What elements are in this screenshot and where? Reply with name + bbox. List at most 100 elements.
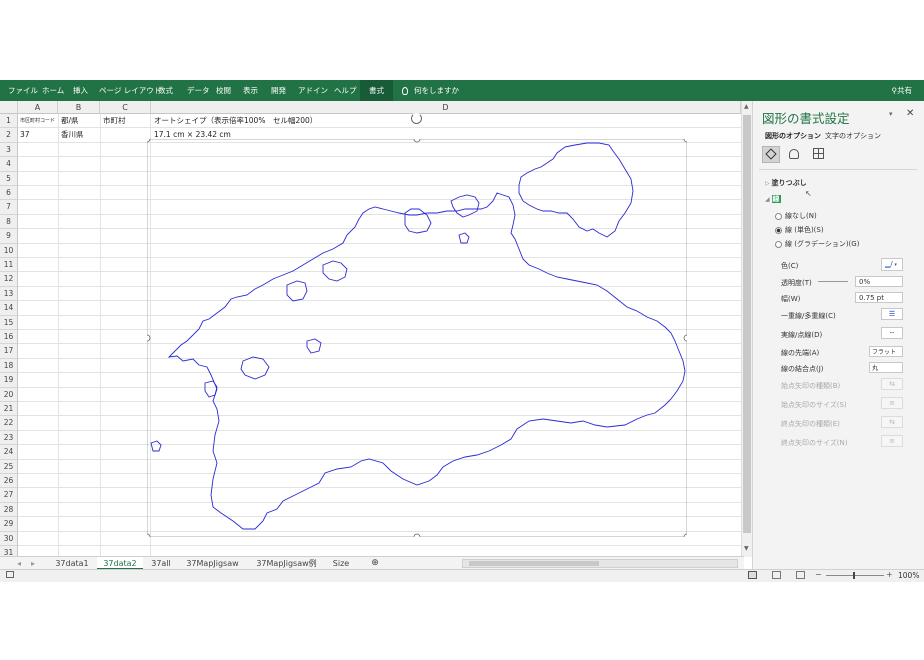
tell-me[interactable]: 何をしますか	[402, 80, 459, 101]
transparency-input[interactable]: 0%	[855, 276, 903, 287]
horizontal-scrollbar[interactable]	[462, 559, 738, 568]
zoom-slider[interactable]	[826, 575, 884, 576]
row-header[interactable]: 29	[0, 517, 18, 532]
row-header[interactable]: 15	[0, 315, 18, 330]
row-header[interactable]: 19	[0, 373, 18, 388]
row-header[interactable]: 3	[0, 142, 18, 158]
row-header[interactable]: 7	[0, 200, 18, 215]
scroll-up-arrow-icon[interactable]: ▲	[744, 103, 749, 110]
row-header[interactable]: 17	[0, 344, 18, 359]
tab-page-layout[interactable]: ページ レイアウト	[99, 80, 161, 101]
row-header[interactable]: 13	[0, 286, 18, 302]
width-input[interactable]: 0.75 pt	[855, 292, 903, 303]
row-header[interactable]: 6	[0, 186, 18, 201]
cell-a1[interactable]: 市区町村コード	[20, 114, 55, 128]
tab-help[interactable]: ヘルプ	[334, 80, 357, 101]
row-header[interactable]: 22	[0, 416, 18, 431]
row-header[interactable]: 21	[0, 402, 18, 417]
fill-line-icon[interactable]	[762, 146, 780, 163]
col-header-b[interactable]: B	[58, 101, 100, 114]
fill-section-header[interactable]: ▷ 塗りつぶし	[765, 178, 807, 188]
row-header[interactable]: 26	[0, 474, 18, 489]
begin-arrow-size-dropdown[interactable]: ≡	[881, 397, 903, 409]
end-arrow-type-dropdown[interactable]: ⇆	[881, 416, 903, 428]
radio-solid-line[interactable]: 線 (単色)(S)	[775, 225, 824, 235]
row-header[interactable]: 8	[0, 214, 18, 230]
cell-b2[interactable]: 香川県	[61, 128, 84, 142]
cell-d1[interactable]: オートシェイプ（表示倍率100% セル幅200）	[154, 114, 317, 128]
join-type-dropdown[interactable]: 丸	[869, 362, 903, 373]
page-layout-view-icon[interactable]	[772, 571, 781, 579]
horizontal-scrollbar-thumb[interactable]	[469, 561, 599, 566]
pane-options-chevron-icon[interactable]: ▾	[889, 110, 893, 118]
resize-handle[interactable]	[413, 139, 421, 143]
row-header[interactable]: 5	[0, 171, 18, 186]
row-header[interactable]: 18	[0, 358, 18, 374]
line-section-header[interactable]: ◢ 線	[765, 194, 781, 204]
resize-handle[interactable]	[683, 334, 687, 342]
scroll-down-arrow-icon[interactable]: ▼	[744, 545, 749, 552]
row-header[interactable]: 12	[0, 272, 18, 287]
row-header[interactable]: 30	[0, 531, 18, 546]
scrollbar-thumb[interactable]	[743, 115, 751, 533]
row-header[interactable]: 1	[0, 114, 18, 129]
tab-developer[interactable]: 開発	[271, 80, 286, 101]
row-header[interactable]: 25	[0, 459, 18, 474]
row-header[interactable]: 27	[0, 488, 18, 503]
tab-format[interactable]: 書式	[360, 80, 393, 101]
macro-record-icon[interactable]	[6, 571, 14, 578]
tab-view[interactable]: 表示	[243, 80, 258, 101]
rotate-handle-icon[interactable]	[411, 113, 422, 124]
cell-b1[interactable]: 都/県	[61, 114, 79, 128]
end-arrow-size-dropdown[interactable]: ≡	[881, 435, 903, 447]
resize-handle[interactable]	[147, 139, 151, 143]
normal-view-icon[interactable]	[748, 571, 757, 579]
resize-handle[interactable]	[683, 139, 687, 143]
col-header-c[interactable]: C	[100, 101, 151, 114]
zoom-out-icon[interactable]: −	[815, 570, 822, 579]
row-header[interactable]: 20	[0, 387, 18, 402]
page-break-view-icon[interactable]	[796, 571, 805, 579]
worksheet-grid[interactable]: A B C D 1 2 3 4 5 6 7 8 9 10 11 12 13 14 15 16 17 18 19 20 2…	[0, 101, 744, 561]
row-header[interactable]: 2	[0, 128, 18, 143]
select-all-corner[interactable]	[0, 101, 18, 114]
resize-handle[interactable]	[147, 334, 151, 342]
share-button[interactable]: ⚲共有	[892, 80, 913, 101]
row-header[interactable]: 28	[0, 502, 18, 518]
row-header[interactable]: 16	[0, 330, 18, 345]
tab-review[interactable]: 校閲	[216, 80, 231, 101]
tab-insert[interactable]: 挿入	[73, 80, 88, 101]
dash-type-dropdown[interactable]: ┅	[881, 327, 903, 339]
cap-type-dropdown[interactable]: フラット	[869, 346, 903, 357]
tab-text-options[interactable]: 文字のオプション	[825, 131, 881, 141]
zoom-level[interactable]: 100%	[898, 571, 919, 580]
row-header[interactable]: 23	[0, 430, 18, 446]
row-header[interactable]: 24	[0, 445, 18, 460]
begin-arrow-type-dropdown[interactable]: ⇆	[881, 378, 903, 390]
close-icon[interactable]: ✕	[906, 108, 914, 119]
tab-formulas[interactable]: 数式	[158, 80, 173, 101]
transparency-slider[interactable]	[818, 281, 848, 282]
resize-handle[interactable]	[683, 533, 687, 537]
effects-icon[interactable]	[789, 149, 799, 159]
resize-handle[interactable]	[147, 533, 151, 537]
cell-c1[interactable]: 市町村	[103, 114, 126, 128]
radio-no-line[interactable]: 線なし(N)	[775, 211, 817, 221]
radio-gradient-line[interactable]: 線 (グラデーション)(G)	[775, 239, 859, 249]
tab-file[interactable]: ファイル	[8, 80, 38, 101]
color-picker-button[interactable]: ▁∕ ▾	[881, 258, 903, 271]
row-header[interactable]: 10	[0, 243, 18, 258]
tab-addins[interactable]: アドイン	[298, 80, 328, 101]
map-shape[interactable]	[147, 139, 687, 537]
resize-handle[interactable]	[413, 533, 421, 537]
tab-data[interactable]: データ	[187, 80, 210, 101]
cell-a2[interactable]: 37	[20, 128, 30, 142]
col-header-d[interactable]: D	[151, 101, 741, 114]
zoom-slider-thumb[interactable]	[853, 572, 855, 579]
col-header-a[interactable]: A	[18, 101, 58, 114]
row-header[interactable]: 11	[0, 258, 18, 273]
tab-home[interactable]: ホーム	[42, 80, 64, 101]
row-header[interactable]: 14	[0, 301, 18, 316]
size-properties-icon[interactable]	[813, 148, 824, 159]
compound-type-dropdown[interactable]: ☰	[881, 308, 903, 320]
